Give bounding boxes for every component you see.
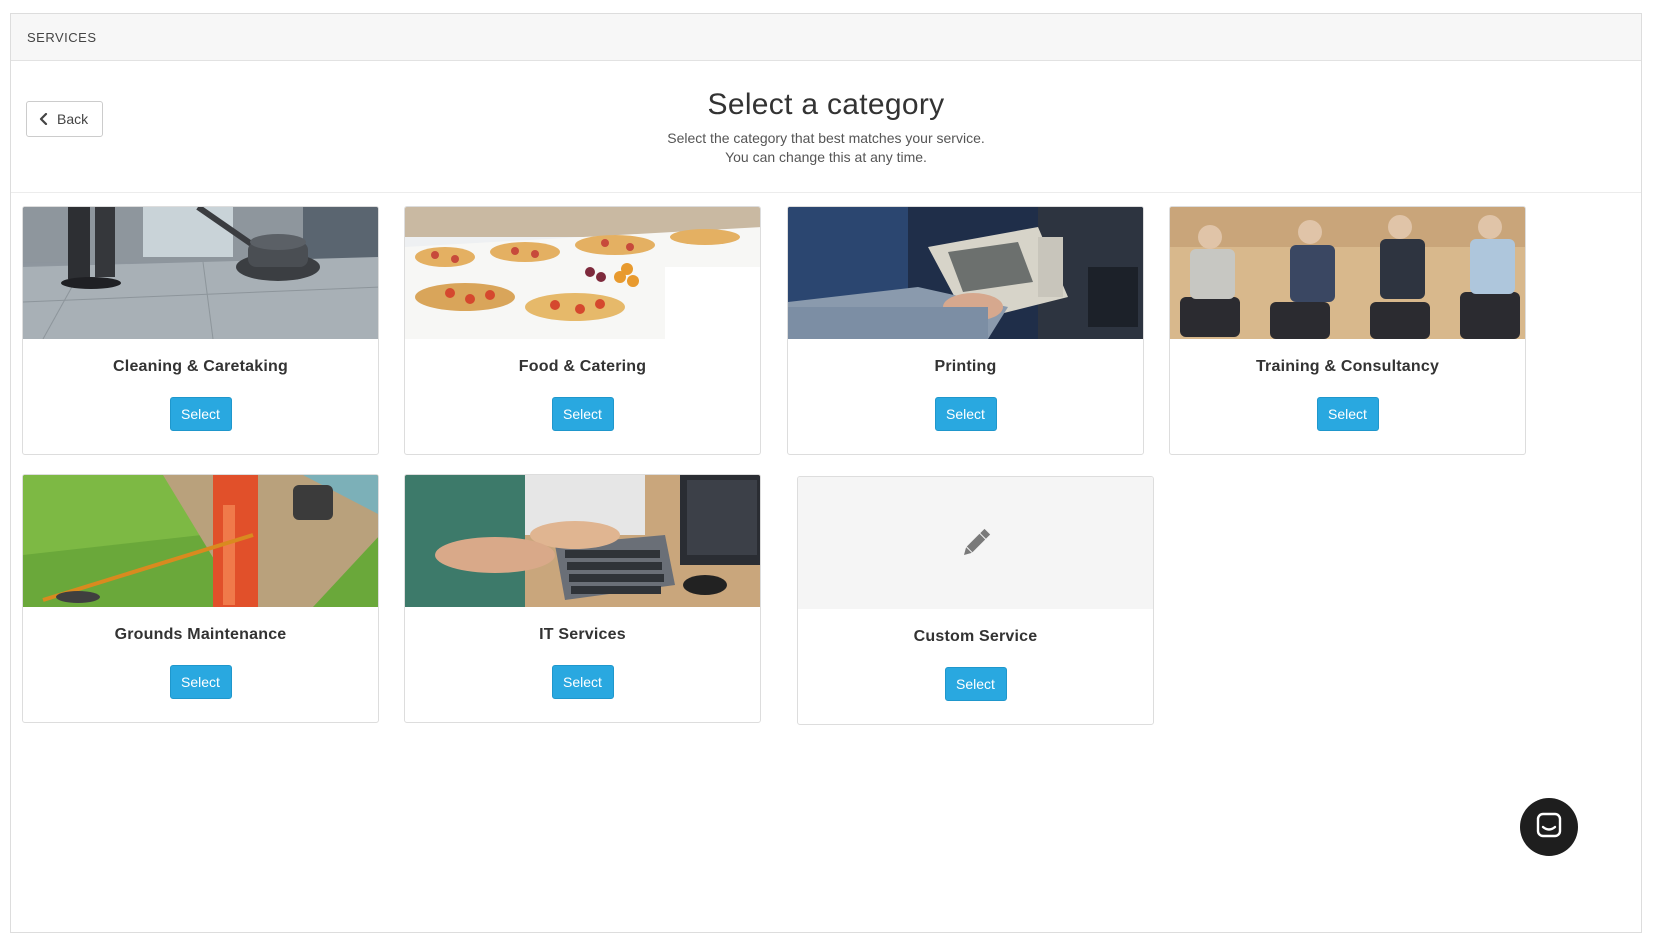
keyboard-typing-photo: [405, 475, 760, 607]
card-title: Cleaning & Caretaking: [113, 358, 288, 375]
subtitle: Select the category that best matches yo…: [11, 129, 1641, 167]
panel-heading: SERVICES: [11, 14, 1641, 61]
subtitle-line-1: Select the category that best matches yo…: [667, 130, 985, 146]
panel-heading-label: SERVICES: [27, 29, 97, 45]
floor-cleaning-photo: [23, 207, 378, 339]
select-button[interactable]: Select: [1316, 397, 1379, 431]
category-card-printing: Printing Select: [787, 206, 1144, 455]
catering-buffet-photo: [405, 207, 760, 339]
category-card-cleaning: Cleaning & Caretaking Select: [22, 206, 379, 455]
select-button[interactable]: Select: [169, 665, 232, 699]
grass-trimming-photo: [23, 475, 378, 607]
chat-icon: [1535, 811, 1563, 844]
card-title: Food & Catering: [518, 358, 647, 375]
select-button[interactable]: Select: [551, 665, 614, 699]
meeting-photo: [1170, 207, 1525, 339]
chat-launcher-button[interactable]: [1520, 798, 1578, 856]
subtitle-line-2: You can change this at any time.: [725, 149, 927, 165]
category-card-custom: Custom Service Select: [797, 476, 1154, 725]
card-title: Custom Service: [913, 628, 1038, 645]
category-card-training: Training & Consultancy Select: [1169, 206, 1526, 455]
printer-photo: [788, 207, 1143, 339]
card-title: IT Services: [539, 626, 626, 643]
page-title: Select a category: [707, 88, 945, 121]
custom-service-thumb: [798, 477, 1153, 609]
card-title: Printing: [934, 358, 997, 375]
category-card-it: IT Services Select: [404, 474, 761, 723]
select-button[interactable]: Select: [169, 397, 232, 431]
services-panel: SERVICES Back Select a category Select t…: [10, 13, 1642, 933]
card-title: Grounds Maintenance: [114, 626, 287, 643]
title-block: Select a category Select the category th…: [11, 87, 1641, 167]
card-title: Training & Consultancy: [1255, 358, 1440, 375]
pencil-icon: [958, 525, 994, 561]
category-header: Back Select a category Select the catego…: [11, 61, 1641, 193]
select-button[interactable]: Select: [551, 397, 614, 431]
category-card-food: Food & Catering Select: [404, 206, 761, 455]
category-card-grounds: Grounds Maintenance Select: [22, 474, 379, 723]
select-button[interactable]: Select: [934, 397, 997, 431]
select-button[interactable]: Select: [944, 667, 1007, 701]
